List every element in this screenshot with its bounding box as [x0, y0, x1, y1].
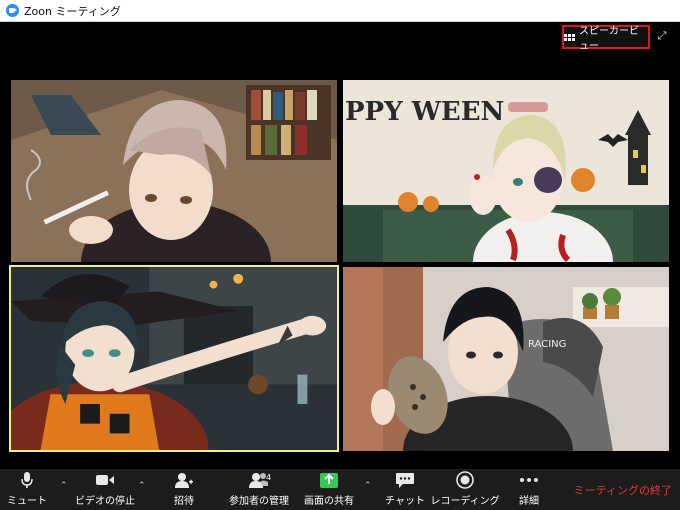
title-bar: Zoon ミーティング: [0, 0, 680, 22]
add-person-icon: [173, 470, 195, 490]
stop-video-label: ビデオの停止: [75, 496, 135, 507]
chat-button[interactable]: チャット: [384, 469, 426, 510]
participants-count-badge: 4: [266, 473, 272, 482]
share-screen-button[interactable]: 画面の共有: [302, 469, 356, 510]
end-meeting-button[interactable]: ミーティングの終了: [574, 482, 672, 498]
manage-participants-label: 参加者の管理: [229, 496, 289, 507]
mute-label: ミュート: [7, 496, 47, 507]
more-label: 詳細: [519, 496, 539, 507]
share-screen-icon: [318, 470, 340, 490]
mute-button[interactable]: ミュート: [6, 469, 48, 510]
microphone-icon: [16, 470, 38, 490]
participant-3-video: [11, 267, 337, 450]
invite-label: 招待: [174, 496, 194, 507]
chat-bubble-icon: [394, 470, 416, 490]
audio-options-chevron-up-icon[interactable]: ⌃: [60, 481, 68, 491]
more-dots-icon: [518, 470, 540, 490]
manage-participants-button[interactable]: 参加者の管理: [220, 469, 298, 510]
recording-label: レコーディング: [430, 496, 500, 507]
invite-button[interactable]: 招待: [166, 469, 202, 510]
video-tile-participant-1[interactable]: [11, 80, 337, 262]
video-stage: スピーカービュー ⤢ PPY WEEN RACING: [0, 22, 680, 469]
video-camera-icon: [94, 470, 116, 490]
video-tile-participant-3-active-speaker[interactable]: [9, 265, 339, 452]
video-tile-participant-2[interactable]: PPY WEEN: [343, 80, 669, 262]
fullscreen-icon[interactable]: ⤢: [656, 30, 668, 42]
participant-2-video: PPY WEEN: [343, 80, 669, 262]
meeting-toolbar: ミュート ⌃ ビデオの停止 ⌃ 招待 参加者の管理 4 画面の共有 ⌃ チャット: [0, 469, 680, 510]
participant-4-video: RACING: [343, 267, 669, 451]
zoom-logo-icon: [6, 4, 19, 17]
recording-button[interactable]: レコーディング: [430, 469, 500, 510]
window-title: Zoon ミーティング: [24, 4, 121, 18]
chat-label: チャット: [385, 496, 425, 507]
share-options-chevron-up-icon[interactable]: ⌃: [364, 481, 372, 491]
participant-1-video: [11, 80, 337, 262]
banner-text-top: PPY WEEN: [345, 97, 504, 127]
speaker-view-label: スピーカービュー: [579, 26, 639, 52]
record-icon: [454, 470, 476, 490]
grid-icon: [564, 33, 575, 41]
video-options-chevron-up-icon[interactable]: ⌃: [138, 481, 146, 491]
stop-video-button[interactable]: ビデオの停止: [74, 469, 136, 510]
speaker-view-button[interactable]: スピーカービュー: [562, 25, 650, 52]
share-screen-label: 画面の共有: [304, 496, 354, 507]
chair-text: RACING: [528, 339, 566, 350]
video-tile-participant-4[interactable]: RACING: [343, 267, 669, 451]
more-button[interactable]: 詳細: [512, 469, 546, 510]
